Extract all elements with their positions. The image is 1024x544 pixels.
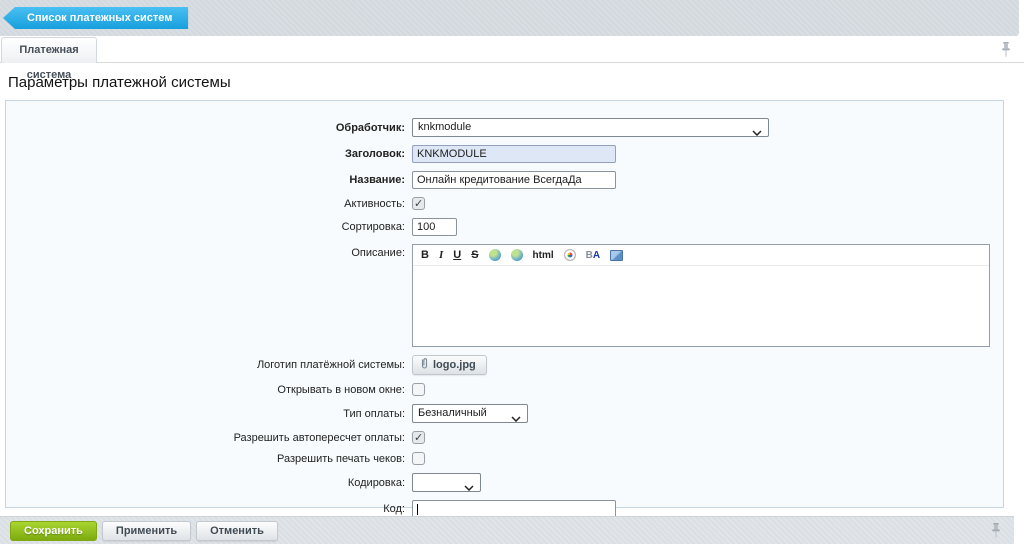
handler-row: Обработчик: knkmodule bbox=[6, 118, 1003, 137]
encoding-select[interactable] bbox=[412, 473, 481, 492]
pay-type-label: Тип оплаты: bbox=[6, 408, 412, 420]
handler-label: Обработчик: bbox=[6, 122, 412, 134]
unlink-globe-icon[interactable] bbox=[511, 249, 523, 261]
logo-file-button[interactable]: logo.jpg bbox=[412, 355, 487, 375]
chevron-down-icon bbox=[464, 480, 474, 497]
active-label: Активность: bbox=[6, 198, 412, 210]
name-label: Название: bbox=[6, 174, 412, 186]
cancel-button[interactable]: Отменить bbox=[196, 521, 278, 541]
underline-icon[interactable]: U bbox=[453, 246, 461, 265]
link-globe-icon[interactable] bbox=[489, 249, 501, 261]
title-input[interactable]: KNKMODULE bbox=[412, 145, 616, 163]
editor-toolbar: B I U S html BA bbox=[413, 245, 989, 266]
pay-type-row: Тип оплаты: Безналичный bbox=[6, 404, 1003, 423]
color-wheel-icon[interactable] bbox=[564, 249, 576, 261]
title-label: Заголовок: bbox=[6, 148, 412, 160]
logo-row: Логотип платёжной системы: logo.jpg bbox=[6, 355, 1003, 375]
sort-input[interactable]: 100 bbox=[412, 218, 457, 236]
description-editor: B I U S html BA bbox=[412, 244, 990, 347]
description-row: Описание: B I U S html BA bbox=[6, 244, 1003, 347]
new-window-label: Открывать в новом окне: bbox=[6, 384, 412, 396]
auto-recalc-row: Разрешить автопересчет оплаты: bbox=[6, 431, 1003, 444]
handler-select[interactable]: knkmodule bbox=[412, 118, 769, 137]
bold-icon[interactable]: B bbox=[421, 246, 429, 265]
code-label: Код: bbox=[6, 503, 412, 515]
paperclip-icon bbox=[420, 357, 429, 373]
name-input[interactable]: Онлайн кредитование ВсегдаДа bbox=[412, 171, 616, 189]
italic-icon[interactable]: I bbox=[439, 246, 443, 265]
font-color-icon[interactable]: BA bbox=[586, 250, 600, 261]
text-caret bbox=[417, 504, 418, 515]
auto-recalc-checkbox[interactable] bbox=[412, 431, 425, 444]
html-source-icon[interactable]: html bbox=[533, 246, 554, 265]
page-title: Параметры платежной системы bbox=[8, 74, 231, 91]
save-button[interactable]: Сохранить bbox=[10, 521, 97, 541]
new-window-row: Открывать в новом окне: bbox=[6, 383, 1003, 396]
strikethrough-icon[interactable]: S bbox=[471, 246, 478, 265]
chevron-down-icon bbox=[511, 411, 521, 428]
description-label: Описание: bbox=[6, 244, 412, 259]
apply-button[interactable]: Применить bbox=[102, 521, 191, 541]
tab-bar: Платежная система bbox=[0, 36, 1024, 63]
pin-icon[interactable] bbox=[1000, 41, 1012, 61]
active-row: Активность: bbox=[6, 197, 1003, 210]
bottom-toolbar: Сохранить Применить Отменить bbox=[0, 516, 1014, 544]
title-row: Заголовок: KNKMODULE bbox=[6, 145, 1003, 163]
top-toolbar: Список платежных систем bbox=[0, 0, 1019, 36]
print-receipts-row: Разрешить печать чеков: bbox=[6, 452, 1003, 465]
encoding-label: Кодировка: bbox=[6, 477, 412, 489]
print-receipts-checkbox[interactable] bbox=[412, 452, 425, 465]
chevron-down-icon bbox=[752, 125, 762, 142]
auto-recalc-label: Разрешить автопересчет оплаты: bbox=[6, 432, 412, 444]
payment-systems-list-button[interactable]: Список платежных систем bbox=[3, 7, 188, 29]
name-row: Название: Онлайн кредитование ВсегдаДа bbox=[6, 171, 1003, 189]
payment-system-form: Обработчик: knkmodule Заголовок: KNKMODU… bbox=[5, 100, 1004, 508]
sort-label: Сортировка: bbox=[6, 221, 412, 233]
insert-image-icon[interactable] bbox=[610, 250, 623, 261]
pin-icon[interactable] bbox=[990, 522, 1002, 542]
print-receipts-label: Разрешить печать чеков: bbox=[6, 453, 412, 465]
description-textarea[interactable] bbox=[413, 266, 989, 346]
logo-label: Логотип платёжной системы: bbox=[6, 359, 412, 371]
active-checkbox[interactable] bbox=[412, 197, 425, 210]
new-window-checkbox[interactable] bbox=[412, 383, 425, 396]
encoding-row: Кодировка: bbox=[6, 473, 1003, 492]
tab-payment-system[interactable]: Платежная система bbox=[1, 37, 97, 63]
pay-type-select[interactable]: Безналичный bbox=[412, 404, 528, 423]
sort-row: Сортировка: 100 bbox=[6, 218, 1003, 236]
